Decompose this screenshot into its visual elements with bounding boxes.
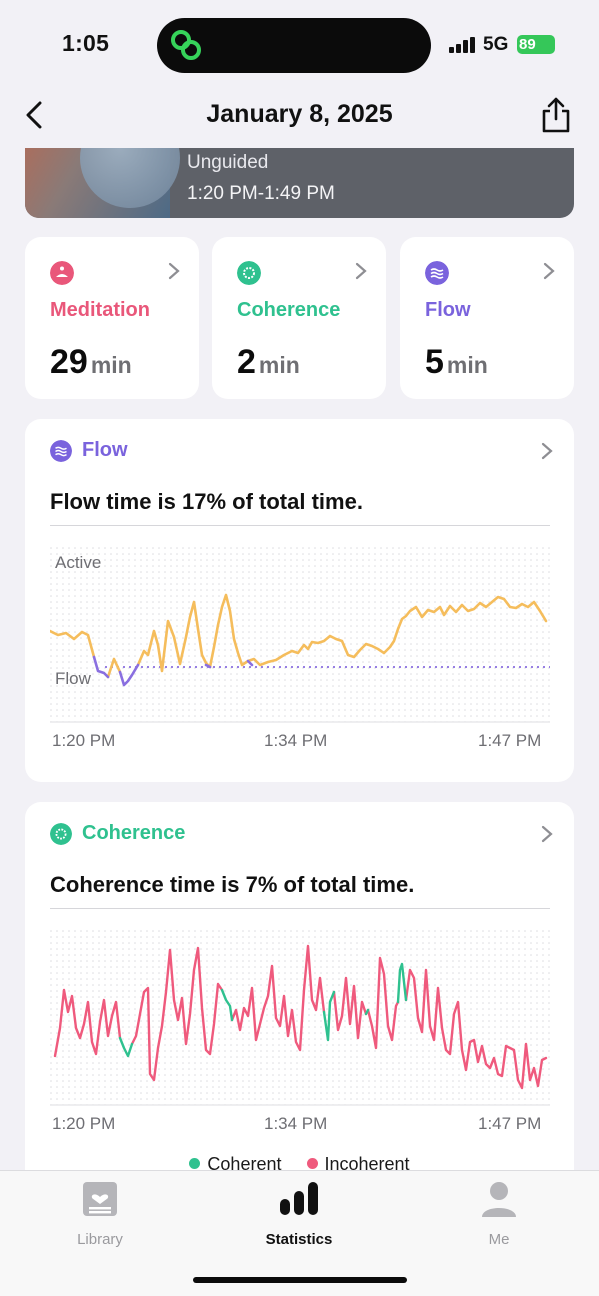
session-card[interactable]: Unguided 1:20 PM-1:49 PM (25, 148, 574, 218)
tab-me[interactable]: Me (429, 1179, 569, 1248)
share-icon[interactable] (538, 95, 574, 135)
chart-grid (50, 547, 550, 722)
x-axis-label-end: 1:47 PM (478, 731, 542, 750)
flow-chart (50, 547, 550, 723)
coherence-chart (50, 930, 550, 1106)
stat-number: 29 (50, 343, 88, 381)
legend-item-coherent: Coherent (189, 1154, 281, 1170)
flow-card[interactable]: Flow Flow time is 17% of total time. Act… (25, 419, 574, 782)
y-axis-top-label: Active (55, 553, 102, 572)
home-indicator[interactable] (193, 1277, 407, 1283)
incoherent-dot-icon (306, 1158, 318, 1169)
chevron-right-icon (355, 262, 367, 280)
chevron-right-icon (543, 262, 555, 280)
tab-label: Statistics (265, 1231, 333, 1248)
stat-label: Meditation (50, 299, 150, 321)
x-axis-label-start: 1:20 PM (52, 731, 116, 750)
stat-label: Flow (425, 299, 471, 321)
stat-number: 2 (237, 343, 256, 381)
chart-legend: Coherent Incoherent (25, 1154, 574, 1170)
coherence-summary: Coherence time is 7% of total time. (50, 872, 415, 897)
chart-grid (50, 930, 550, 1105)
stat-unit: min (446, 352, 488, 378)
battery-level: 89 (519, 36, 536, 53)
x-axis-label-end: 1:47 PM (478, 1114, 542, 1133)
meditation-icon (50, 261, 74, 285)
page-title: January 8, 2025 (206, 100, 393, 128)
flow-icon (50, 440, 72, 462)
cellular-signal-icon (449, 37, 475, 53)
flow-icon (425, 261, 449, 285)
network-type: 5G (483, 34, 509, 55)
stat-number: 5 (425, 343, 444, 381)
stat-label: Coherence (237, 299, 341, 321)
stat-value: 29 min (50, 343, 132, 382)
stat-card-coherence[interactable]: Coherence 2 min (212, 237, 386, 399)
coherence-icon (237, 261, 261, 285)
flow-summary: Flow time is 17% of total time. (50, 489, 363, 514)
divider (50, 525, 550, 526)
coherence-icon (50, 823, 72, 845)
y-axis-bottom-label: Flow (55, 669, 91, 688)
app-activity-icon (171, 30, 201, 60)
stat-value: 2 min (237, 343, 300, 382)
status-bar: 1:05 5G 89 (0, 0, 599, 90)
stat-card-meditation[interactable]: Meditation 29 min (25, 237, 199, 399)
tab-statistics[interactable]: Statistics (229, 1179, 369, 1248)
tab-label: Library (77, 1231, 123, 1248)
session-artwork (80, 148, 180, 208)
x-axis-label-mid: 1:34 PM (264, 731, 328, 750)
x-axis-label-mid: 1:34 PM (264, 1114, 328, 1133)
session-time-range: 1:20 PM-1:49 PM (187, 183, 335, 204)
clock: 1:05 (62, 30, 110, 56)
tab-label: Me (488, 1231, 510, 1248)
legend-item-incoherent: Incoherent (306, 1154, 410, 1170)
coherence-card-title: Coherence (82, 822, 186, 844)
chevron-right-icon[interactable] (540, 441, 554, 461)
battery-icon: 89 (517, 35, 555, 54)
stat-unit: min (90, 352, 132, 378)
library-icon (83, 1182, 117, 1216)
statistics-scroll-area[interactable]: Unguided 1:20 PM-1:49 PM Meditation 29 mi… (0, 148, 599, 1170)
x-axis-label-start: 1:20 PM (52, 1114, 116, 1133)
tab-library[interactable]: Library (30, 1179, 170, 1248)
profile-icon (482, 1182, 516, 1217)
coherence-card[interactable]: Coherence Coherence time is 7% of total … (25, 802, 574, 1170)
stat-value: 5 min (425, 343, 488, 382)
stat-card-flow[interactable]: Flow 5 min (400, 237, 574, 399)
statistics-icon (280, 1182, 318, 1215)
legend-label: Incoherent (324, 1154, 410, 1170)
coherent-dot-icon (189, 1158, 201, 1169)
session-type: Unguided (187, 152, 269, 173)
dynamic-island (157, 18, 431, 73)
flow-card-title: Flow (82, 439, 128, 461)
divider (50, 908, 550, 909)
chevron-right-icon[interactable] (540, 824, 554, 844)
stat-unit: min (258, 352, 300, 378)
session-thumbnail (25, 148, 180, 218)
legend-label: Coherent (207, 1154, 282, 1170)
chevron-right-icon (168, 262, 180, 280)
